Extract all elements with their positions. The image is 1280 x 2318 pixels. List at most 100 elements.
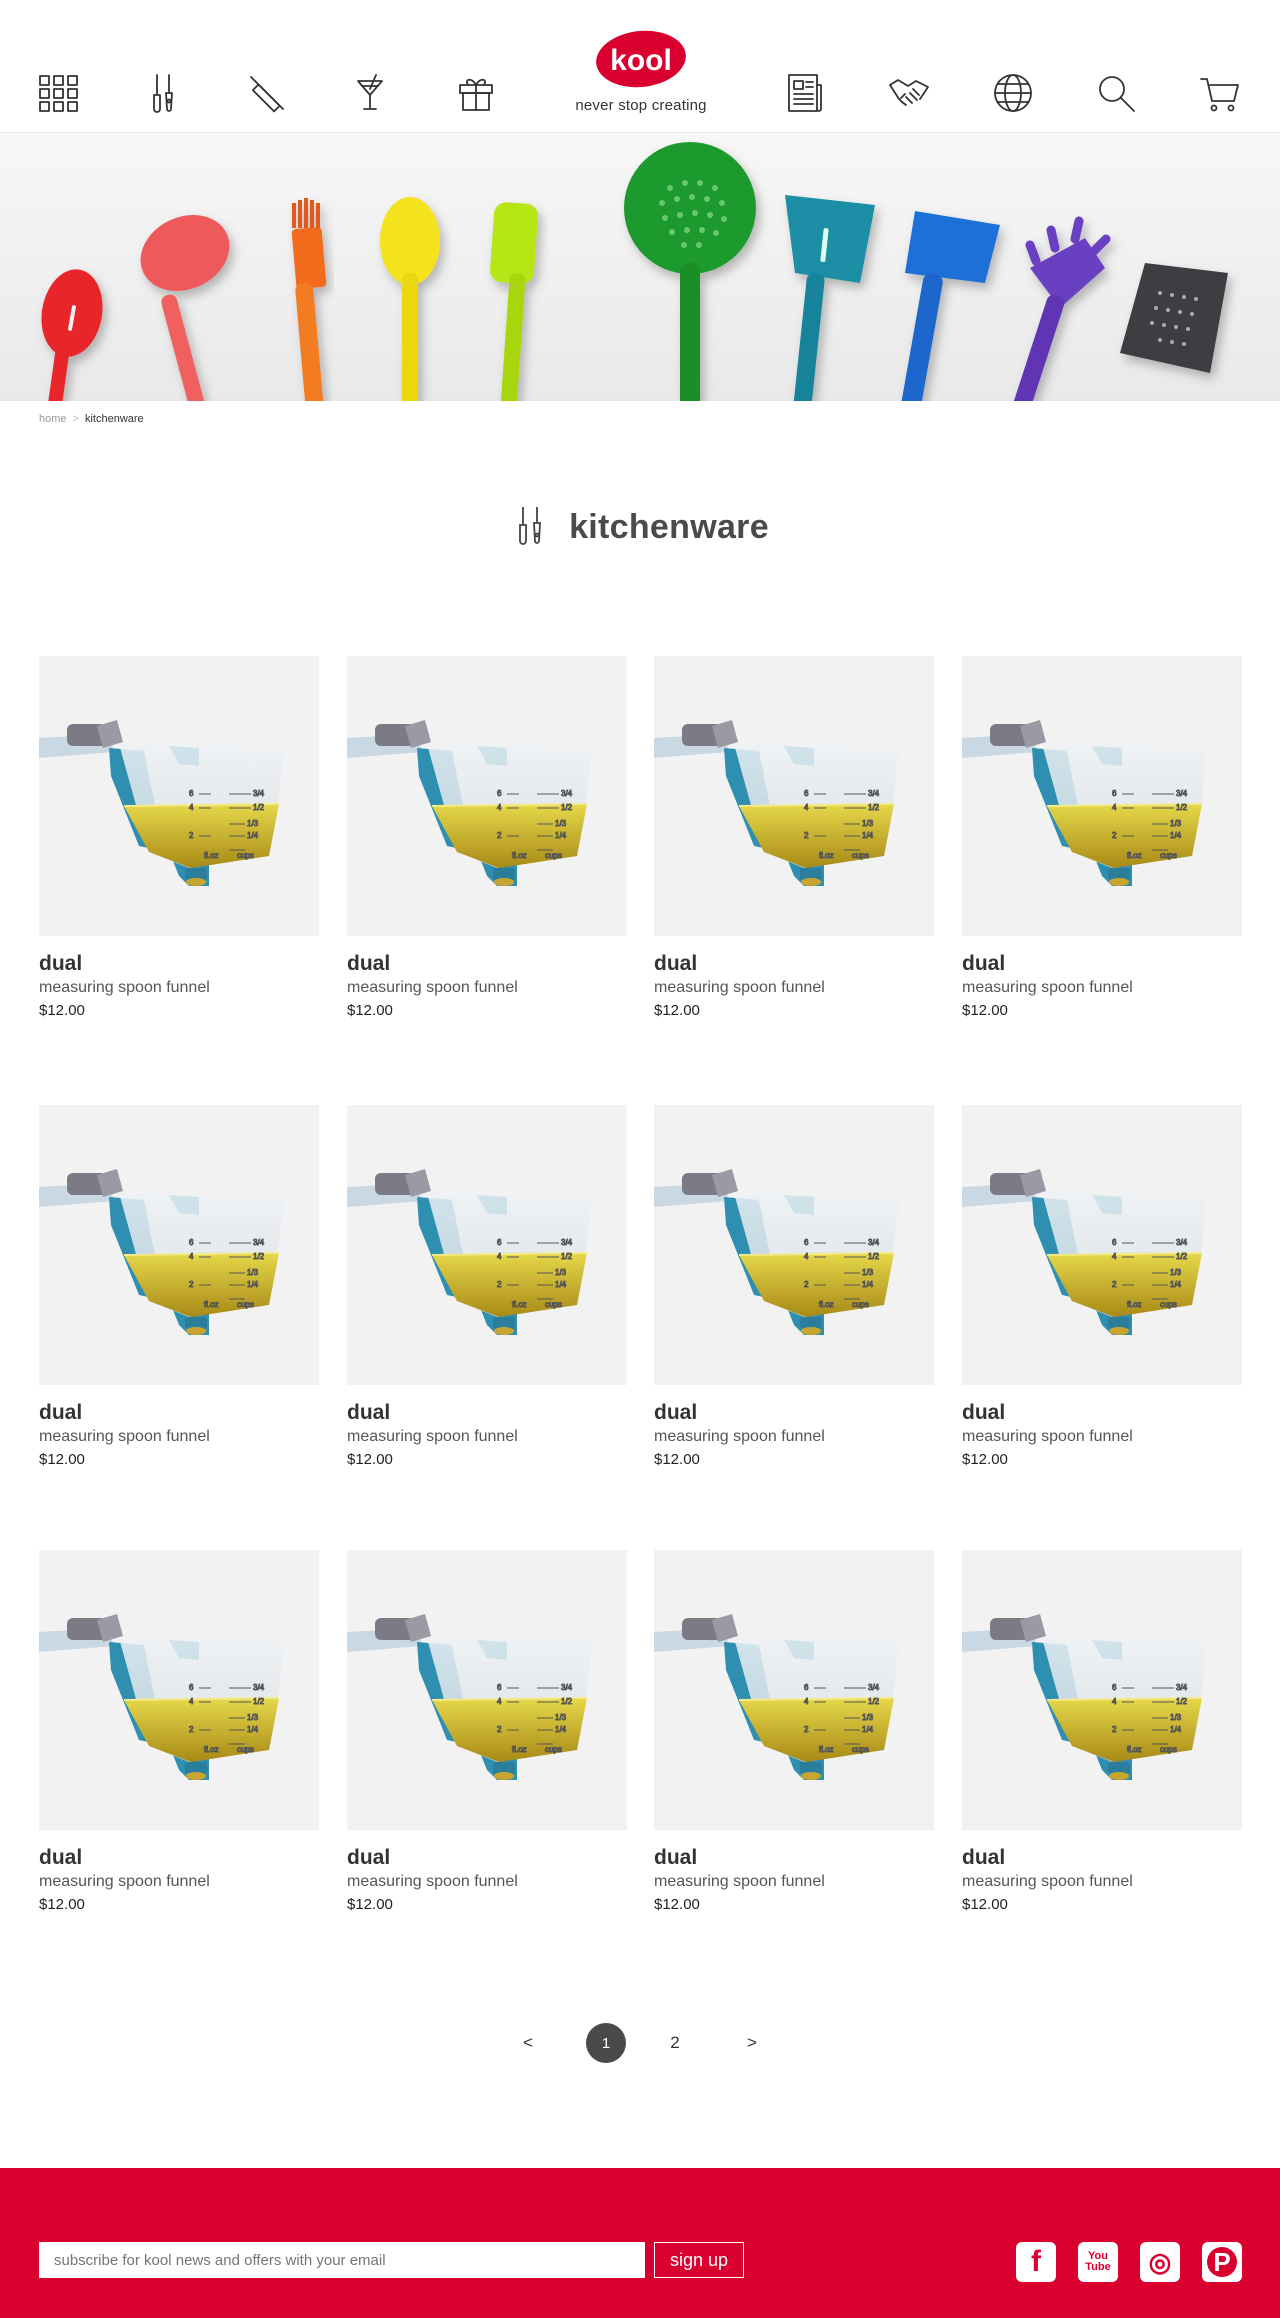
product-description: measuring spoon funnel (39, 1873, 210, 1890)
product-name[interactable]: dual (962, 1401, 1242, 1425)
product-card[interactable]: 3/4 1/2 1/3 1/4 6 4 2 fl.oz cups dual measurin… (39, 1550, 319, 1913)
product-card[interactable]: 3/4 1/2 1/3 1/4 6 4 2 fl.oz cups dual measurin… (654, 1550, 934, 1913)
product-image[interactable]: 3/4 1/2 1/3 1/4 6 4 2 fl.oz cups (347, 1105, 627, 1385)
svg-text:cups: cups (237, 1300, 254, 1309)
pagination-page-2[interactable]: 2 (660, 2023, 690, 2063)
cocktail-icon[interactable] (349, 70, 395, 116)
product-price: $12.00 (347, 1896, 393, 1913)
product-name[interactable]: dual (654, 1401, 934, 1425)
svg-text:1/2: 1/2 (561, 1252, 573, 1261)
product-name[interactable]: dual (39, 1401, 319, 1425)
svg-text:1/3: 1/3 (1170, 1268, 1182, 1277)
site-header: kool never stop creating (0, 0, 1280, 133)
product-image[interactable]: 3/4 1/2 1/3 1/4 6 4 2 fl.oz cups (347, 656, 627, 936)
svg-text:cups: cups (852, 1745, 869, 1754)
breadcrumb-home-link[interactable]: home (39, 413, 67, 425)
facebook-icon[interactable]: f (1016, 2242, 1056, 2282)
product-image[interactable]: 3/4 1/2 1/3 1/4 6 4 2 fl.oz cups (39, 656, 319, 936)
svg-text:6: 6 (1112, 1683, 1117, 1692)
svg-text:1/3: 1/3 (247, 819, 259, 828)
subscribe-email-input[interactable] (39, 2242, 645, 2278)
utensils-icon[interactable] (141, 70, 187, 116)
pinterest-glyph: P (1207, 2247, 1237, 2277)
signup-button[interactable]: sign up (654, 2242, 744, 2278)
product-name[interactable]: dual (654, 1846, 934, 1870)
pagination-prev-button[interactable]: < (516, 2023, 540, 2063)
product-description: measuring spoon funnel (962, 1873, 1133, 1890)
svg-text:1/4: 1/4 (247, 1725, 259, 1734)
youtube-icon[interactable]: You Tube (1078, 2242, 1118, 2282)
product-name[interactable]: dual (962, 1846, 1242, 1870)
product-card[interactable]: 3/4 1/2 1/3 1/4 6 4 2 fl.oz cups dual measurin… (654, 1105, 934, 1468)
measuring-funnel-image: 3/4 1/2 1/3 1/4 6 4 2 fl.oz cups (654, 1169, 899, 1335)
cart-icon[interactable] (1197, 70, 1243, 116)
product-image[interactable]: 3/4 1/2 1/3 1/4 6 4 2 fl.oz cups (654, 656, 934, 936)
product-card[interactable]: 3/4 1/2 1/3 1/4 6 4 2 fl.oz cups dual measurin… (347, 656, 627, 1019)
product-card[interactable]: 3/4 1/2 1/3 1/4 6 4 2 fl.oz cups dual measurin… (39, 656, 319, 1019)
pagination-next-button[interactable]: > (740, 2023, 764, 2063)
svg-text:2: 2 (189, 1725, 194, 1734)
newspaper-icon[interactable] (782, 70, 828, 116)
svg-text:4: 4 (497, 1252, 502, 1261)
product-name[interactable]: dual (347, 952, 627, 976)
svg-text:6: 6 (189, 789, 194, 798)
rolling-pin-icon[interactable] (244, 70, 290, 116)
product-image[interactable]: 3/4 1/2 1/3 1/4 6 4 2 fl.oz cups (654, 1105, 934, 1385)
svg-text:1/3: 1/3 (862, 1713, 874, 1722)
product-card[interactable]: 3/4 1/2 1/3 1/4 6 4 2 fl.oz cups dual measurin… (347, 1550, 627, 1913)
svg-text:1/3: 1/3 (247, 1713, 259, 1722)
gift-icon[interactable] (453, 70, 499, 116)
pagination-page-1[interactable]: 1 (586, 2023, 626, 2063)
svg-text:fl.oz: fl.oz (819, 1300, 834, 1309)
product-name[interactable]: dual (962, 952, 1242, 976)
svg-text:4: 4 (497, 803, 502, 812)
svg-text:4: 4 (804, 1697, 809, 1706)
product-image[interactable]: 3/4 1/2 1/3 1/4 6 4 2 fl.oz cups (347, 1550, 627, 1830)
svg-text:3/4: 3/4 (561, 1683, 573, 1692)
measuring-funnel-image: 3/4 1/2 1/3 1/4 6 4 2 fl.oz cups (962, 720, 1207, 886)
svg-text:1/2: 1/2 (868, 803, 880, 812)
svg-text:4: 4 (189, 1252, 194, 1261)
search-icon[interactable] (1093, 70, 1139, 116)
product-card[interactable]: 3/4 1/2 1/3 1/4 6 4 2 fl.oz cups dual measurin… (654, 656, 934, 1019)
product-image[interactable]: 3/4 1/2 1/3 1/4 6 4 2 fl.oz cups (654, 1550, 934, 1830)
product-description: measuring spoon funnel (347, 1873, 518, 1890)
product-card[interactable]: 3/4 1/2 1/3 1/4 6 4 2 fl.oz cups dual measurin… (39, 1105, 319, 1468)
svg-text:2: 2 (497, 1725, 502, 1734)
product-price: $12.00 (654, 1002, 700, 1019)
svg-text:1/4: 1/4 (862, 831, 874, 840)
svg-text:6: 6 (189, 1683, 194, 1692)
svg-text:1/4: 1/4 (1170, 1725, 1182, 1734)
svg-text:3/4: 3/4 (1176, 1238, 1188, 1247)
product-description: measuring spoon funnel (347, 979, 518, 996)
product-name[interactable]: dual (347, 1401, 627, 1425)
product-name[interactable]: dual (347, 1846, 627, 1870)
svg-text:1/3: 1/3 (1170, 1713, 1182, 1722)
product-name[interactable]: dual (654, 952, 934, 976)
product-image[interactable]: 3/4 1/2 1/3 1/4 6 4 2 fl.oz cups (962, 656, 1242, 936)
pinterest-icon[interactable]: P (1202, 2242, 1242, 2282)
svg-text:cups: cups (237, 1745, 254, 1754)
product-image[interactable]: 3/4 1/2 1/3 1/4 6 4 2 fl.oz cups (39, 1550, 319, 1830)
product-image[interactable]: 3/4 1/2 1/3 1/4 6 4 2 fl.oz cups (962, 1105, 1242, 1385)
product-name[interactable]: dual (39, 1846, 319, 1870)
product-card[interactable]: 3/4 1/2 1/3 1/4 6 4 2 fl.oz cups dual measurin… (962, 1105, 1242, 1468)
handshake-icon[interactable] (886, 70, 932, 116)
product-card[interactable]: 3/4 1/2 1/3 1/4 6 4 2 fl.oz cups dual measurin… (347, 1105, 627, 1468)
instagram-icon[interactable]: ◎ (1140, 2242, 1180, 2282)
kool-logo[interactable]: kool never stop creating (570, 30, 712, 120)
logo-oval-icon: kool (596, 30, 686, 88)
product-image[interactable]: 3/4 1/2 1/3 1/4 6 4 2 fl.oz cups (39, 1105, 319, 1385)
svg-text:3/4: 3/4 (868, 789, 880, 798)
product-image[interactable]: 3/4 1/2 1/3 1/4 6 4 2 fl.oz cups (962, 1550, 1242, 1830)
globe-icon[interactable] (990, 70, 1036, 116)
product-card[interactable]: 3/4 1/2 1/3 1/4 6 4 2 fl.oz cups dual measurin… (962, 1550, 1242, 1913)
svg-text:6: 6 (804, 1238, 809, 1247)
product-card[interactable]: 3/4 1/2 1/3 1/4 6 4 2 fl.oz cups dual measurin… (962, 656, 1242, 1019)
product-name[interactable]: dual (39, 952, 319, 976)
svg-text:2: 2 (804, 1725, 809, 1734)
svg-text:1/2: 1/2 (868, 1252, 880, 1261)
svg-text:4: 4 (1112, 1252, 1117, 1261)
svg-text:3/4: 3/4 (253, 789, 265, 798)
grid-icon[interactable] (36, 70, 82, 116)
